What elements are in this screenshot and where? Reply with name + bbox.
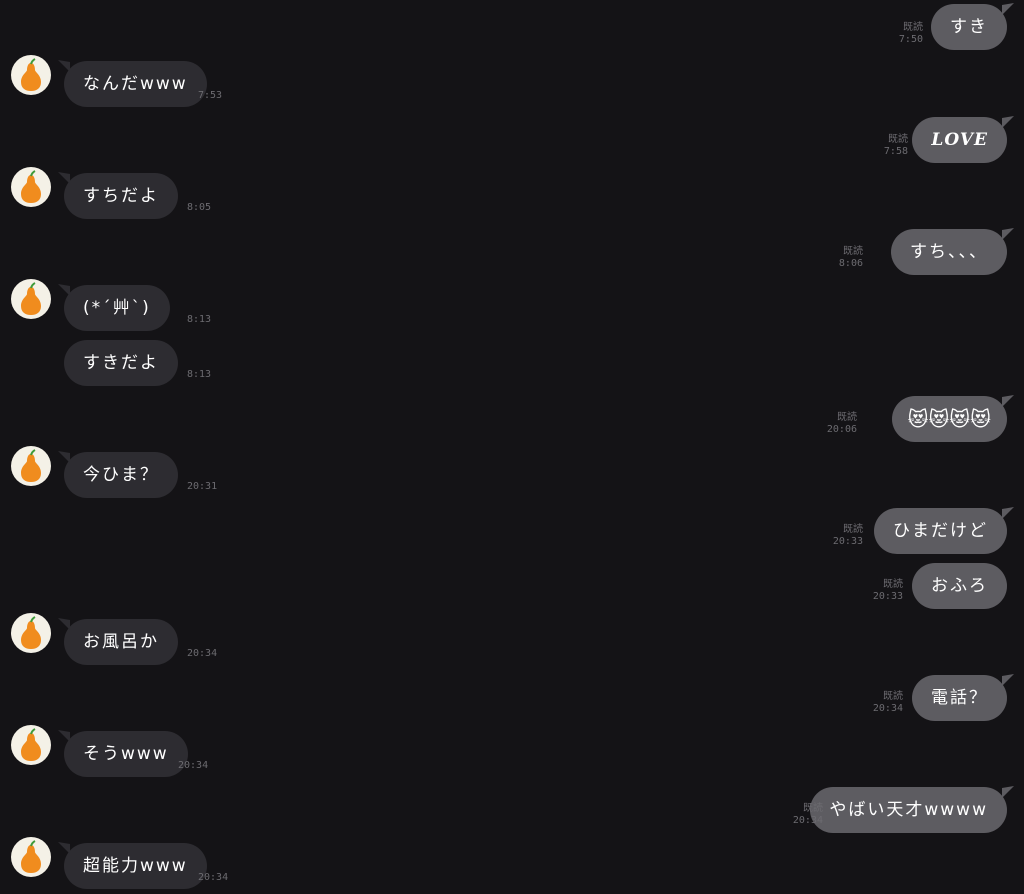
avatar[interactable] <box>11 55 51 95</box>
read-receipt: 既読 <box>883 579 903 590</box>
message-text: すき <box>950 17 988 37</box>
message-text: 電話？ <box>931 688 988 708</box>
message-meta: 既読 20:34 <box>873 691 903 715</box>
message-time: 8:05 <box>187 202 212 213</box>
pear-icon <box>21 58 41 91</box>
message-text: おふろ <box>931 576 988 596</box>
incoming-message-bubble[interactable]: (*´艸`) <box>64 285 170 331</box>
read-receipt: 既読 <box>843 524 863 535</box>
outgoing-message-bubble[interactable]: 😻😻😻😻 <box>891 396 1007 442</box>
incoming-message-bubble[interactable]: すきだよ <box>64 340 178 386</box>
message-time: 8:13 <box>187 369 212 380</box>
avatar[interactable] <box>11 725 51 765</box>
message-text: お風呂か <box>83 632 159 652</box>
message-time: 8:06 <box>838 258 863 269</box>
message-meta: 既読 20:34 <box>793 803 823 827</box>
message-time: 20:34 <box>198 872 229 883</box>
pear-icon <box>21 170 41 203</box>
message-time: 20:06 <box>826 424 857 435</box>
message-meta: 8:13 <box>187 369 211 381</box>
message-text: (*´艸`) <box>83 298 151 318</box>
outgoing-message-bubble[interactable]: すき <box>931 4 1007 50</box>
outgoing-message-bubble[interactable]: おふろ <box>912 563 1007 609</box>
message-text: 😻😻😻😻 <box>907 407 991 431</box>
message-meta: 既読 20:33 <box>833 524 863 548</box>
pear-icon <box>21 840 41 873</box>
incoming-message-bubble[interactable]: お風呂か <box>64 619 178 665</box>
message-text: すきだよ <box>83 353 159 373</box>
message-time: 20:34 <box>872 703 903 714</box>
avatar[interactable] <box>11 613 51 653</box>
message-meta: 20:31 <box>187 481 217 493</box>
message-text: すちだよ <box>83 186 159 206</box>
incoming-message-bubble[interactable]: 今ひま？ <box>64 452 178 498</box>
outgoing-message-bubble[interactable]: 電話？ <box>912 675 1007 721</box>
message-time: 7:50 <box>898 34 923 45</box>
message-meta: 既読 7:58 <box>884 134 908 158</box>
read-receipt: 既読 <box>837 412 857 423</box>
incoming-message-bubble[interactable]: 超能力www <box>64 843 207 889</box>
message-time: 20:33 <box>872 591 903 602</box>
read-receipt: 既読 <box>888 134 908 145</box>
read-receipt: 既読 <box>843 246 863 257</box>
message-text: ひまだけど <box>893 521 988 541</box>
message-text: やばい天才wwww <box>829 800 988 820</box>
avatar[interactable] <box>11 446 51 486</box>
message-meta: 7:53 <box>198 90 222 102</box>
message-meta: 20:34 <box>178 760 208 772</box>
message-text: すち、、、 <box>910 242 988 262</box>
message-meta: 8:13 <box>187 314 211 326</box>
pear-icon <box>21 728 41 761</box>
message-time: 8:13 <box>187 314 212 325</box>
outgoing-message-bubble[interactable]: やばい天才wwww <box>810 787 1007 833</box>
outgoing-message-bubble[interactable]: LOVE <box>912 117 1007 163</box>
message-text: 今ひま？ <box>83 465 159 485</box>
outgoing-message-bubble[interactable]: すち、、、 <box>891 229 1007 275</box>
avatar[interactable] <box>11 837 51 877</box>
message-time: 7:58 <box>883 146 908 157</box>
outgoing-message-bubble[interactable]: ひまだけど <box>874 508 1007 554</box>
message-time: 20:34 <box>178 760 209 771</box>
message-time: 20:34 <box>187 648 218 659</box>
pear-icon <box>21 282 41 315</box>
message-meta: 既読 7:50 <box>899 22 923 46</box>
read-receipt: 既読 <box>803 803 823 814</box>
avatar[interactable] <box>11 167 51 207</box>
message-time: 20:34 <box>792 815 823 826</box>
pear-icon <box>21 616 41 649</box>
message-text: LOVE <box>931 130 988 150</box>
read-receipt: 既読 <box>883 691 903 702</box>
incoming-message-bubble[interactable]: そうwww <box>64 731 188 777</box>
message-meta: 既読 8:06 <box>839 246 863 270</box>
message-time: 7:53 <box>198 90 223 101</box>
read-receipt: 既読 <box>903 22 923 33</box>
pear-icon <box>21 449 41 482</box>
message-text: なんだwww <box>83 74 188 94</box>
message-text: そうwww <box>83 744 169 764</box>
message-meta: 既読 20:06 <box>827 412 857 436</box>
message-text: 超能力www <box>83 856 188 876</box>
message-time: 20:33 <box>832 536 863 547</box>
incoming-message-bubble[interactable]: なんだwww <box>64 61 207 107</box>
message-meta: 8:05 <box>187 202 211 214</box>
message-time: 20:31 <box>187 481 218 492</box>
chat-thread[interactable]: すき 既読 7:50 なんだwww 7:53 LOVE 既読 7:58 すちだよ 8… <box>0 0 1024 894</box>
message-meta: 20:34 <box>187 648 217 660</box>
avatar[interactable] <box>11 279 51 319</box>
incoming-message-bubble[interactable]: すちだよ <box>64 173 178 219</box>
message-meta: 既読 20:33 <box>873 579 903 603</box>
message-meta: 20:34 <box>198 872 228 884</box>
